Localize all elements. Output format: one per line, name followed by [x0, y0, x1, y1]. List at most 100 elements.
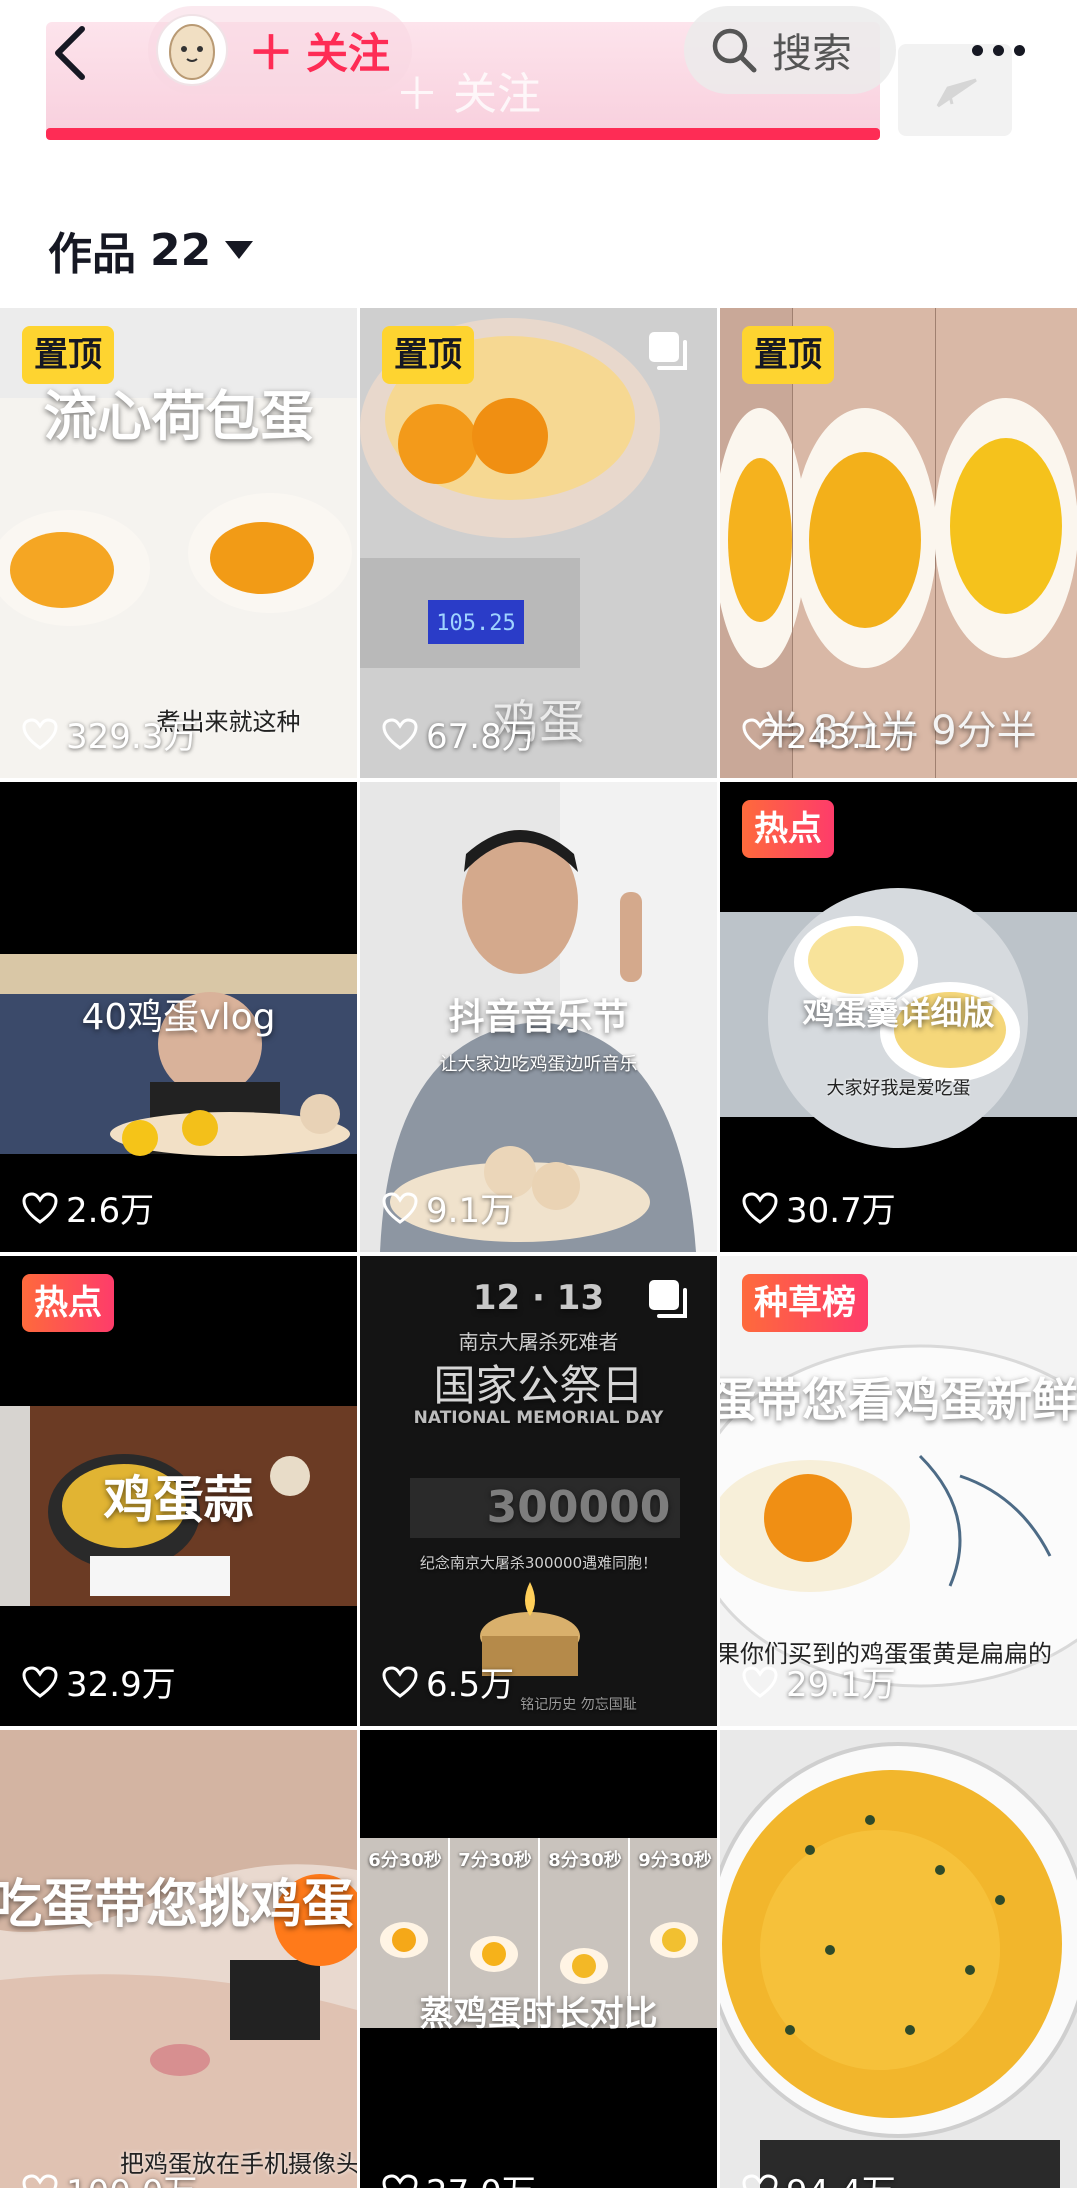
avatar[interactable] — [156, 14, 228, 86]
heart-icon — [742, 717, 778, 750]
video-title-overlay: 蛋带您看鸡蛋新鲜 — [720, 1373, 1077, 1427]
search-label: 搜索 — [772, 31, 852, 77]
caret-down-icon — [225, 241, 254, 259]
pinned-badge: 置顶 — [742, 326, 834, 384]
video-caption-overlay: 纪念南京大屠杀300000遇难同胞！ — [419, 1554, 658, 1572]
works-tab-selector[interactable]: 作品 22 — [48, 222, 254, 280]
like-count-value: 9.1万 — [426, 1191, 515, 1231]
heart-icon — [22, 2173, 58, 2188]
memorial-number: 300000 — [486, 1482, 671, 1533]
like-count-value: 243.1万 — [786, 717, 918, 757]
banner-follow-label: ＋ 关注 — [395, 69, 541, 120]
heart-icon — [22, 1665, 58, 1698]
video-title-overlay: 流心荷包蛋 — [43, 385, 314, 448]
heart-icon — [382, 1191, 418, 1224]
egg-character-icon — [169, 24, 215, 80]
video-title-overlay: 鸡蛋羹详细版 — [802, 994, 995, 1032]
heart-icon — [742, 1191, 778, 1224]
like-count: 329.3万 — [22, 709, 197, 758]
video-tile[interactable]: 抖音音乐节 让大家边吃鸡蛋边听音乐 9.1万 — [360, 782, 717, 1252]
time-label: 7分30秒 — [458, 1850, 532, 1871]
heart-icon — [742, 2173, 778, 2188]
header-banner-accent — [46, 128, 880, 140]
video-title-overlay: 抖音音乐节 — [448, 997, 629, 1038]
back-button[interactable] — [40, 18, 100, 88]
like-count-value: 329.3万 — [66, 717, 198, 757]
video-tile[interactable]: 40鸡蛋vlog 2.6万 — [0, 782, 357, 1252]
video-tile[interactable]: 105.25 置顶 鸡蛋 67.8万 — [360, 308, 717, 778]
like-count: 6.5万 — [382, 1657, 514, 1706]
like-count: 29.1万 — [742, 1657, 896, 1706]
like-count: 9.1万 — [382, 1183, 514, 1232]
video-title-overlay: 蒸鸡蛋时长对比 — [419, 1994, 658, 2034]
like-count-value: 27.0万 — [426, 2165, 536, 2188]
like-count: 94.4万 — [742, 2165, 896, 2188]
video-caption-overlay: 让大家边吃鸡蛋边听音乐 — [439, 1054, 638, 1075]
works-label: 作品 — [48, 229, 136, 280]
time-label: 9分30秒 — [638, 1850, 712, 1871]
video-tile[interactable]: 热点 鸡蛋蒜 32.9万 — [0, 1256, 357, 1726]
like-count-value: 2.6万 — [66, 1191, 155, 1231]
search-button[interactable]: 搜索 — [684, 6, 896, 94]
follow-label: 关注 — [306, 28, 391, 78]
pinned-badge: 置顶 — [382, 326, 474, 384]
memorial-heading: 南京大屠杀死难者 — [458, 1330, 619, 1354]
more-dot — [992, 44, 1004, 56]
video-thumbnail — [720, 1730, 1077, 2188]
video-title-overlay: 鸡蛋蒜 — [103, 1471, 254, 1529]
like-count: 100.0万 — [22, 2165, 197, 2188]
time-label: 6分30秒 — [368, 1850, 442, 1871]
like-count-value: 94.4万 — [786, 2165, 896, 2188]
video-title-overlay: 吃蛋带您挑鸡蛋 — [0, 1875, 355, 1935]
like-count: 243.1万 — [742, 709, 917, 758]
multi-image-icon — [649, 332, 687, 370]
like-count-value: 30.7万 — [786, 1191, 896, 1231]
more-button[interactable] — [960, 22, 1036, 78]
like-count-value: 29.1万 — [786, 1665, 896, 1705]
svg-text:105.25: 105.25 — [436, 611, 515, 636]
video-tile[interactable]: 6分30秒 7分30秒 8分30秒 9分30秒 蒸鸡蛋时长对比 27.0万 — [360, 1730, 717, 2188]
heart-icon — [382, 1665, 418, 1698]
heart-icon — [382, 717, 418, 750]
video-tile[interactable]: 置顶 半 8分半 9分半 243.1万 — [720, 308, 1077, 778]
video-title-overlay: 40鸡蛋vlog — [81, 997, 276, 1038]
heart-icon — [22, 717, 58, 750]
trending-badge: 热点 — [742, 800, 834, 858]
time-label: 8分30秒 — [548, 1850, 622, 1871]
video-caption-overlay: 大家好我是爱吃蛋 — [826, 1078, 971, 1099]
video-tile[interactable]: 种草榜 蛋带您看鸡蛋新鲜 果你们买到的鸡蛋蛋黄是扁扁的 29.1万 — [720, 1256, 1077, 1726]
video-thumbnail — [0, 1730, 357, 2188]
like-count: 67.8万 — [382, 709, 536, 758]
video-tile[interactable]: 吃蛋带您挑鸡蛋 把鸡蛋放在手机摄像头 100.0万 — [0, 1730, 357, 2188]
heart-icon — [742, 1665, 778, 1698]
memorial-english-heading: NATIONAL MEMORIAL DAY — [413, 1408, 664, 1428]
video-tile[interactable]: 置顶 流心荷包蛋 煮出来就这种 329.3万 — [0, 308, 357, 778]
heart-icon — [22, 1191, 58, 1224]
works-count: 22 — [150, 224, 212, 276]
video-grid: 置顶 流心荷包蛋 煮出来就这种 329.3万 105.25 置顶 鸡蛋 67.8… — [0, 308, 1079, 2188]
like-count-value: 100.0万 — [66, 2165, 197, 2188]
more-dot — [1013, 44, 1025, 56]
heart-icon — [382, 2173, 418, 2188]
trending-badge: 热点 — [22, 1274, 114, 1332]
video-title-overlay: 国家公祭日 — [433, 1361, 644, 1410]
memorial-date: 12 · 13 — [472, 1278, 605, 1318]
chevron-left-icon — [55, 26, 85, 80]
plus-icon: ＋ — [248, 26, 294, 80]
banner-follow-text: 关注 — [453, 69, 541, 120]
like-count: 27.0万 — [382, 2165, 536, 2188]
search-icon — [712, 28, 757, 73]
like-count: 32.9万 — [22, 1657, 176, 1706]
video-tile[interactable]: 热点 鸡蛋羹详细版 大家好我是爱吃蛋 30.7万 — [720, 782, 1077, 1252]
follow-button[interactable]: ＋ 关注 — [248, 20, 390, 80]
like-count: 2.6万 — [22, 1183, 154, 1232]
video-tile[interactable]: 94.4万 — [720, 1730, 1077, 2188]
like-count-value: 6.5万 — [426, 1665, 515, 1705]
like-count: 30.7万 — [742, 1183, 896, 1232]
top-bar: ＋ 关注 ＋ 关注 搜索 — [0, 0, 1079, 150]
trending-badge: 种草榜 — [742, 1274, 868, 1332]
more-dot — [971, 44, 983, 56]
video-thumbnail — [360, 1730, 717, 2188]
video-tile[interactable]: 12 · 13 南京大屠杀死难者 国家公祭日 NATIONAL MEMORIAL… — [360, 1256, 717, 1726]
like-count-value: 67.8万 — [426, 717, 536, 757]
